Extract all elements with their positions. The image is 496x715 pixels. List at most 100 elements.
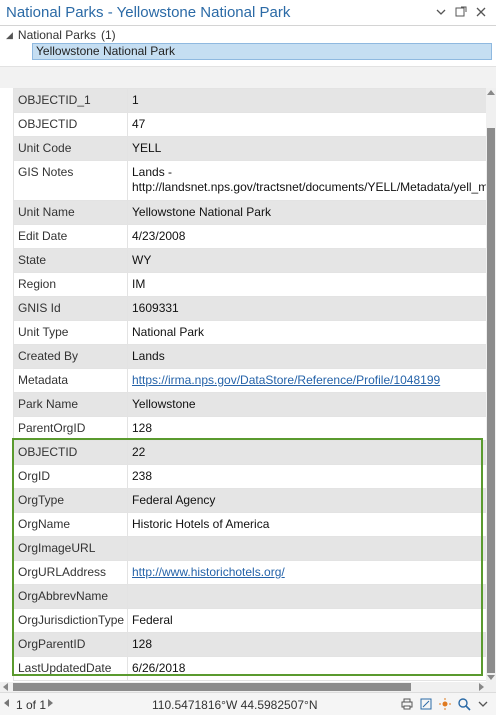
field-name: OrgAbbrevName bbox=[13, 584, 128, 609]
field-value: 128 bbox=[127, 632, 486, 657]
scroll-left-icon[interactable] bbox=[3, 683, 8, 691]
field-name: GNIS Id bbox=[13, 296, 128, 321]
field-value: 22 bbox=[127, 440, 486, 465]
field-name: OBJECTID bbox=[13, 112, 128, 137]
field-value: Federal Agency bbox=[127, 488, 486, 513]
title-bar-buttons bbox=[434, 5, 488, 19]
table-row[interactable]: OrgAbbrevName bbox=[13, 584, 486, 609]
tree-layer-node[interactable]: ◢ National Parks (1) bbox=[6, 28, 116, 42]
page-indicator: 1 of 1 bbox=[16, 698, 47, 712]
horizontal-scrollbar[interactable] bbox=[0, 682, 496, 692]
horizontal-scroll-thumb[interactable] bbox=[13, 683, 411, 691]
field-value: Yellowstone bbox=[127, 392, 486, 417]
table-row[interactable]: OrgImageURL bbox=[13, 536, 486, 561]
close-icon[interactable] bbox=[474, 5, 488, 19]
org-url-link[interactable]: http://www.historichotels.org/ bbox=[132, 565, 285, 579]
field-name: Region bbox=[13, 272, 128, 297]
table-row[interactable]: OrgJurisdictionType Federal bbox=[13, 608, 486, 633]
field-value: Historic Hotels of America bbox=[127, 512, 486, 537]
metadata-link[interactable]: https://irma.nps.gov/DataStore/Reference… bbox=[132, 373, 440, 387]
field-value: 4/23/2008 bbox=[127, 224, 486, 249]
scroll-right-icon[interactable] bbox=[479, 683, 484, 691]
table-row[interactable]: OBJECTID_1 1 bbox=[13, 88, 486, 113]
scroll-up-icon[interactable] bbox=[487, 90, 495, 95]
field-value bbox=[127, 536, 486, 561]
tree-layer-label: National Parks bbox=[17, 28, 96, 42]
field-value: IM bbox=[127, 272, 486, 297]
attribute-table: OBJECTID_1 1 OBJECTID 47 Unit Code YELL … bbox=[13, 88, 486, 681]
table-row[interactable]: Region IM bbox=[13, 272, 486, 297]
table-row[interactable]: GNIS Id 1609331 bbox=[13, 296, 486, 321]
field-name: Created By bbox=[13, 344, 128, 369]
tree-layer-count: (1) bbox=[100, 28, 116, 42]
table-row[interactable]: Unit Type National Park bbox=[13, 320, 486, 345]
vertical-scroll-thumb[interactable] bbox=[487, 128, 495, 673]
table-row[interactable]: OrgName Historic Hotels of America bbox=[13, 512, 486, 537]
field-value: 128 bbox=[127, 416, 486, 441]
field-value: Yellowstone National Park bbox=[127, 200, 486, 225]
field-value: WY bbox=[127, 248, 486, 273]
table-row[interactable]: Created By Lands bbox=[13, 344, 486, 369]
table-row[interactable]: Unit Name Yellowstone National Park bbox=[13, 200, 486, 225]
pane-title: National Parks - Yellowstone National Pa… bbox=[6, 4, 291, 21]
table-row[interactable]: ParentOrgID 128 bbox=[13, 416, 486, 441]
table-row[interactable]: OrgType Federal Agency bbox=[13, 488, 486, 513]
field-name: OrgID bbox=[13, 464, 128, 489]
field-value: 6/26/2018 bbox=[127, 656, 486, 681]
table-row[interactable]: OrgID 238 bbox=[13, 464, 486, 489]
field-value: Federal bbox=[127, 608, 486, 633]
field-value: 1609331 bbox=[127, 296, 486, 321]
field-value: National Park bbox=[127, 320, 486, 345]
field-value: Lands bbox=[127, 344, 486, 369]
feature-tree: ◢ National Parks (1) Yellowstone Nationa… bbox=[0, 26, 496, 64]
scroll-down-icon[interactable] bbox=[487, 675, 495, 680]
export-icon[interactable] bbox=[419, 697, 433, 711]
table-row[interactable]: Edit Date 4/23/2008 bbox=[13, 224, 486, 249]
table-row[interactable]: OBJECTID 22 bbox=[13, 440, 486, 465]
table-row[interactable]: State WY bbox=[13, 248, 486, 273]
options-menu-icon[interactable] bbox=[434, 5, 448, 19]
field-name: Edit Date bbox=[13, 224, 128, 249]
expand-caret-icon[interactable]: ◢ bbox=[6, 30, 13, 41]
zoom-to-icon[interactable] bbox=[457, 697, 471, 711]
field-value: 1 bbox=[127, 88, 486, 113]
field-name: OrgURLAddress bbox=[13, 560, 128, 585]
field-value: 47 bbox=[127, 112, 486, 137]
next-feature-icon[interactable] bbox=[48, 699, 53, 707]
pane-splitter[interactable] bbox=[0, 66, 496, 88]
tree-selected-feature[interactable]: Yellowstone National Park bbox=[32, 43, 492, 60]
field-name: Metadata bbox=[13, 368, 128, 393]
field-value: 238 bbox=[127, 464, 486, 489]
location-coordinates: 110.5471816°W 44.5982507°N bbox=[152, 698, 318, 712]
field-name: ParentOrgID bbox=[13, 416, 128, 441]
table-row[interactable]: Unit Code YELL bbox=[13, 136, 486, 161]
field-name: OBJECTID_1 bbox=[13, 88, 128, 113]
table-row[interactable]: Metadata https://irma.nps.gov/DataStore/… bbox=[13, 368, 486, 393]
print-icon[interactable] bbox=[400, 697, 414, 711]
field-name: OrgType bbox=[13, 488, 128, 513]
table-row[interactable]: Park Name Yellowstone bbox=[13, 392, 486, 417]
field-value: Lands - http://landsnet.nps.gov/tractsne… bbox=[127, 160, 486, 201]
field-name: Unit Name bbox=[13, 200, 128, 225]
field-name: LastUpdatedDate bbox=[13, 656, 128, 681]
field-value: YELL bbox=[127, 136, 486, 161]
auto-hide-pin-icon[interactable] bbox=[454, 5, 468, 19]
table-row[interactable]: GIS Notes Lands - http://landsnet.nps.go… bbox=[13, 160, 486, 201]
field-value bbox=[127, 584, 486, 609]
field-name: OrgImageURL bbox=[13, 536, 128, 561]
previous-feature-icon[interactable] bbox=[4, 699, 9, 707]
table-row[interactable]: LastUpdatedDate 6/26/2018 bbox=[13, 656, 486, 681]
field-name: OrgParentID bbox=[13, 632, 128, 657]
field-name: OBJECTID bbox=[13, 440, 128, 465]
pane-title-bar: National Parks - Yellowstone National Pa… bbox=[0, 0, 496, 26]
status-bar: 1 of 1 110.5471816°W 44.5982507°N bbox=[0, 692, 496, 715]
field-name: OrgName bbox=[13, 512, 128, 537]
table-row[interactable]: OrgURLAddress http://www.historichotels.… bbox=[13, 560, 486, 585]
table-row[interactable]: OrgParentID 128 bbox=[13, 632, 486, 657]
options-icon[interactable] bbox=[476, 697, 490, 711]
table-row[interactable]: OBJECTID 47 bbox=[13, 112, 486, 137]
attribute-grid: OBJECTID_1 1 OBJECTID 47 Unit Code YELL … bbox=[13, 88, 486, 682]
flash-icon[interactable] bbox=[438, 697, 452, 711]
field-name: Park Name bbox=[13, 392, 128, 417]
vertical-scrollbar[interactable] bbox=[486, 88, 496, 682]
